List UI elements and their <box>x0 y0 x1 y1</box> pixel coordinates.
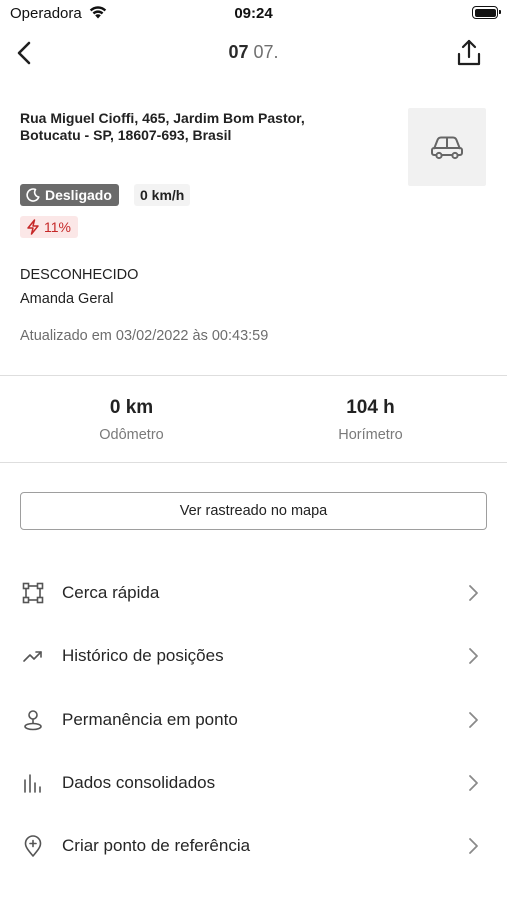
battery-value: 11% <box>44 219 71 235</box>
menu-label: Cerca rápida <box>62 583 160 602</box>
odometer-label: Odômetro <box>99 427 164 443</box>
vehicle-address: Rua Miguel Cioffi, 465, Jardim Bom Pasto… <box>20 110 360 144</box>
chevron-right-icon <box>469 648 478 664</box>
battery-badge: 11% <box>20 216 78 238</box>
menu-label: Criar ponto de referência <box>62 836 251 855</box>
hourmeter-stat: 104 h Horímetro <box>244 397 497 443</box>
title-bold: 07 <box>228 42 249 62</box>
hourmeter-label: Horímetro <box>338 427 403 443</box>
fence-icon <box>22 582 44 604</box>
menu-label: Dados consolidados <box>62 773 216 792</box>
odometer-value: 0 km <box>109 397 154 418</box>
chevron-right-icon <box>469 775 478 791</box>
car-icon <box>431 136 463 160</box>
share-button[interactable] <box>455 38 483 68</box>
ignition-label: Desligado <box>45 187 112 203</box>
lightning-icon <box>27 219 39 235</box>
title-light: 07. <box>253 42 279 62</box>
menu-item-position-history[interactable]: Histórico de posições <box>0 628 507 684</box>
person-pin-icon <box>24 710 42 731</box>
driver-status: DESCONHECIDO <box>20 267 139 283</box>
bar-chart-icon <box>24 774 41 793</box>
menu-item-quick-fence[interactable]: Cerca rápida <box>0 565 507 621</box>
trend-icon <box>23 651 42 662</box>
location-add-icon <box>24 835 42 857</box>
address-line-1: Rua Miguel Cioffi, 465, Jardim Bom Pasto… <box>20 110 305 126</box>
menu-item-consolidated-data[interactable]: Dados consolidados <box>0 755 507 811</box>
divider <box>0 462 507 463</box>
menu-item-create-reference-point[interactable]: Criar ponto de referência <box>0 818 507 874</box>
clock: 09:24 <box>234 5 273 22</box>
chevron-right-icon <box>469 712 478 728</box>
speed-badge: 0 km/h <box>134 184 191 206</box>
page-title: 07 07. <box>0 42 507 63</box>
moon-icon <box>26 188 40 202</box>
menu-label: Histórico de posições <box>62 646 224 665</box>
last-updated: Atualizado em 03/02/2022 às 00:43:59 <box>20 328 269 344</box>
menu-label: Permanência em ponto <box>62 710 238 729</box>
odometer-stat: 0 km Odômetro <box>5 397 258 443</box>
chevron-right-icon <box>469 838 478 854</box>
hourmeter-value: 104 h <box>346 397 395 418</box>
menu-item-stay-at-point[interactable]: Permanência em ponto <box>0 692 507 748</box>
view-on-map-button[interactable]: Ver rastreado no mapa <box>20 492 487 530</box>
ignition-badge: Desligado <box>20 184 119 206</box>
battery-icon <box>472 6 501 19</box>
divider <box>0 375 507 376</box>
driver-name: Amanda Geral <box>20 291 114 307</box>
vehicle-image <box>408 108 486 186</box>
address-line-2: Botucatu - SP, 18607-693, Brasil <box>20 127 232 143</box>
chevron-right-icon <box>469 585 478 601</box>
